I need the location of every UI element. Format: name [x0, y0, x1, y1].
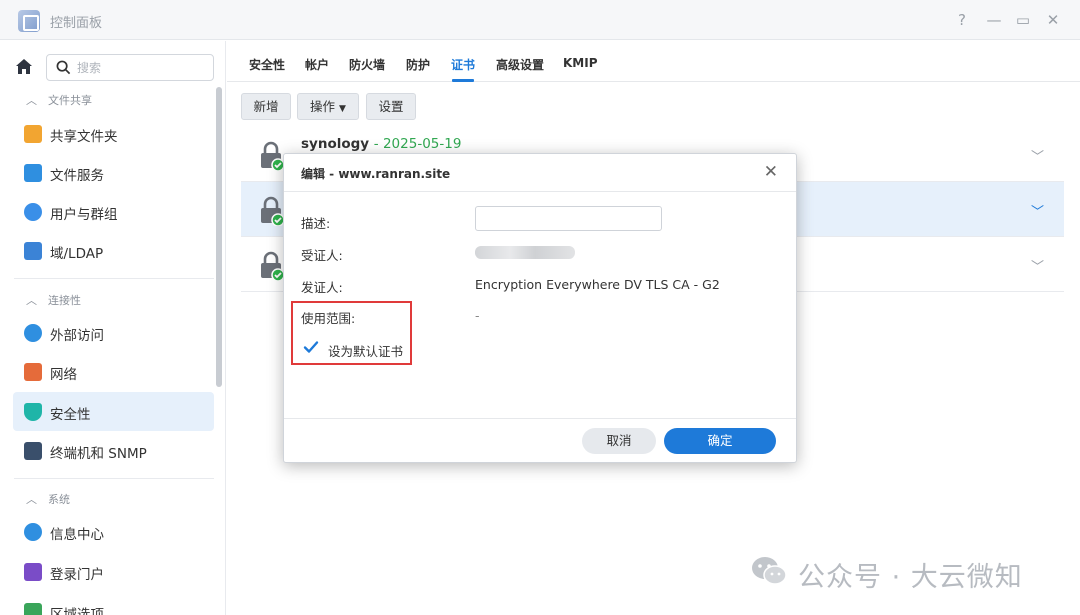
sidebar-item-security[interactable]: 安全性	[13, 392, 214, 431]
search-input[interactable]	[77, 59, 207, 77]
tab-kmip[interactable]: KMIP	[563, 56, 598, 70]
edit-certificate-dialog: 编辑 - www.ranran.site ✕ 描述: 受证人: 发证人: Enc…	[283, 153, 797, 463]
shared-folder-icon	[24, 125, 42, 143]
sidebar-item-regional-options[interactable]: 区域选项	[13, 592, 214, 615]
chevron-down-icon[interactable]: ﹀	[1031, 201, 1044, 220]
dialog-header: 编辑 - www.ranran.site ✕	[284, 154, 796, 192]
chevron-up-icon: ︿	[26, 94, 37, 107]
search-icon	[56, 60, 71, 75]
action-dropdown[interactable]: 操作 ▼	[297, 93, 359, 120]
tab-account[interactable]: 帐户	[305, 56, 329, 73]
tab-certificate[interactable]: 证书	[451, 56, 475, 73]
watermark-text: 公众号 · 大云微知	[798, 562, 1023, 593]
wechat-icon	[752, 557, 787, 585]
ok-button[interactable]: 确定	[664, 428, 776, 454]
sidebar-item-domain-ldap[interactable]: 域/LDAP	[13, 231, 214, 270]
sidebar-item-users[interactable]: 用户与群组	[13, 192, 214, 231]
file-services-icon	[24, 164, 42, 182]
sidebar-scrollbar[interactable]	[216, 87, 222, 387]
usage-value: -	[475, 308, 480, 323]
tab-protection[interactable]: 防护	[406, 56, 430, 73]
divider	[14, 278, 214, 279]
cancel-button[interactable]: 取消	[582, 428, 656, 454]
add-button[interactable]: 新增	[241, 93, 291, 120]
tab-security[interactable]: 安全性	[249, 56, 285, 73]
default-certificate-label[interactable]: 设为默认证书	[328, 341, 403, 360]
description-input[interactable]	[475, 206, 662, 231]
info-center-icon	[24, 523, 42, 541]
issuer-label: 发证人:	[301, 280, 343, 295]
caret-down-icon: ▼	[339, 104, 346, 114]
title-bar: 控制面板 ? — ▭ ✕	[0, 0, 1080, 40]
section-system[interactable]: ︿ 系统	[26, 491, 70, 507]
home-icon[interactable]	[14, 57, 38, 79]
dialog-footer-divider	[284, 418, 796, 419]
active-tab-indicator	[452, 79, 474, 82]
maximize-icon[interactable]: ▭	[1013, 10, 1033, 30]
sidebar-item-login-portal[interactable]: 登录门户	[13, 552, 214, 591]
section-connectivity[interactable]: ︿ 连接性	[26, 292, 81, 308]
tab-bar: 安全性 帐户 防火墙 防护 证书 高级设置 KMIP	[227, 41, 1080, 82]
description-label: 描述:	[301, 216, 331, 231]
default-certificate-checkbox[interactable]	[303, 339, 319, 355]
lock-check-icon	[261, 141, 283, 171]
certificate-name: synology - 2025-05-19	[301, 136, 462, 152]
sidebar: ︿文件共享 共享文件夹 文件服务 用户与群组 域/LDAP ︿连接性 外部访问 …	[0, 41, 226, 615]
terminal-icon	[24, 442, 42, 460]
help-icon[interactable]: ?	[952, 10, 972, 30]
domain-ldap-icon	[24, 242, 42, 260]
lock-check-icon	[261, 196, 283, 226]
login-portal-icon	[24, 563, 42, 581]
chevron-up-icon: ︿	[26, 493, 37, 506]
subject-value-redacted	[475, 246, 575, 259]
chevron-down-icon[interactable]: ﹀	[1031, 146, 1044, 165]
external-access-icon	[24, 324, 42, 342]
sidebar-item-terminal-snmp[interactable]: 终端机和 SNMP	[13, 431, 214, 470]
divider	[14, 478, 214, 479]
network-icon	[24, 363, 42, 381]
security-shield-icon	[24, 403, 42, 421]
sidebar-item-network[interactable]: 网络	[13, 352, 214, 391]
tab-firewall[interactable]: 防火墙	[349, 56, 385, 73]
sidebar-item-file-services[interactable]: 文件服务	[13, 153, 214, 192]
close-icon[interactable]: ✕	[764, 162, 778, 182]
sidebar-item-shared-folder[interactable]: 共享文件夹	[13, 114, 214, 153]
chevron-down-icon[interactable]: ﹀	[1031, 256, 1044, 275]
control-panel-icon	[18, 10, 40, 32]
window-title: 控制面板	[50, 16, 103, 31]
tab-advanced[interactable]: 高级设置	[496, 56, 544, 73]
regional-options-icon	[24, 603, 42, 615]
dialog-title: 编辑 - www.ranran.site	[301, 167, 451, 181]
chevron-up-icon: ︿	[26, 294, 37, 307]
issuer-value: Encryption Everywhere DV TLS CA - G2	[475, 277, 720, 292]
sidebar-search[interactable]	[46, 54, 214, 81]
sidebar-item-info-center[interactable]: 信息中心	[13, 512, 214, 551]
sidebar-item-external-access[interactable]: 外部访问	[13, 313, 214, 352]
subject-label: 受证人:	[301, 248, 343, 263]
users-icon	[24, 203, 42, 221]
settings-button[interactable]: 设置	[366, 93, 416, 120]
minimize-icon[interactable]: —	[984, 10, 1004, 30]
lock-check-icon	[261, 251, 283, 281]
section-file-sharing[interactable]: ︿ 文件共享	[26, 92, 92, 108]
close-window-icon[interactable]: ✕	[1043, 10, 1063, 30]
